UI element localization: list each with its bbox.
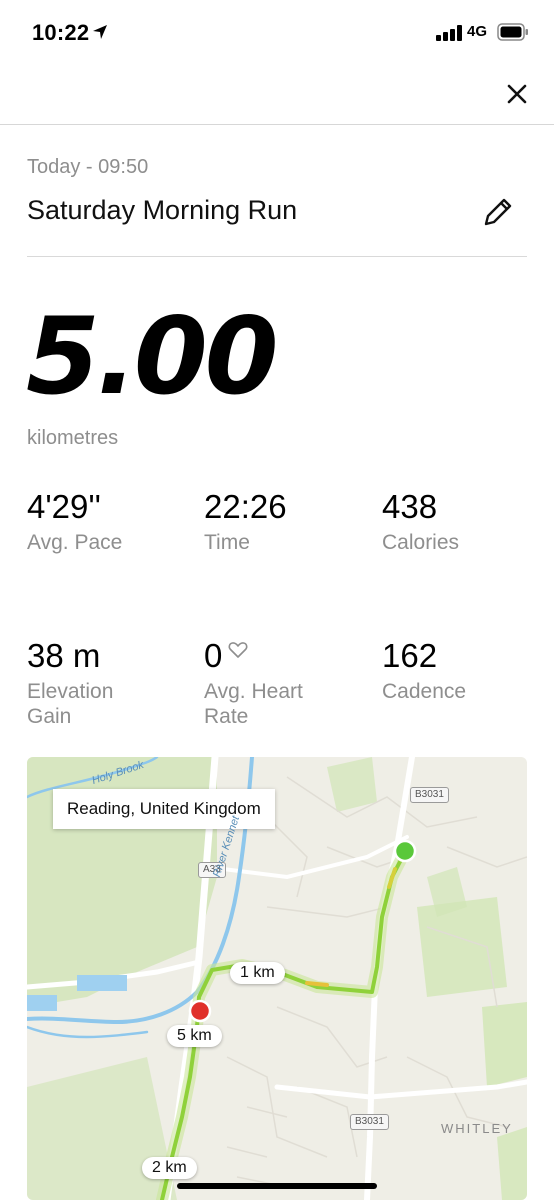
divider (27, 256, 527, 257)
network-type: 4G (467, 23, 488, 40)
edit-pencil-icon[interactable] (480, 194, 516, 230)
heart-icon (228, 642, 248, 658)
route-start-marker (393, 839, 417, 863)
stat-label: Avg. Pace (27, 531, 123, 554)
stat-label: Elevation Gain (27, 680, 114, 728)
stat-label: Avg. Heart Rate (204, 680, 303, 728)
activity-date: Today - 09:50 (27, 156, 149, 178)
location-callout[interactable]: Reading, United Kingdom (53, 789, 275, 829)
stat-value: 0 (204, 637, 223, 674)
cellular-signal-icon (436, 25, 462, 41)
stat-cadence: 162 Cadence (382, 637, 542, 704)
stat-value: 22:26 (204, 488, 287, 525)
stat-label: Time (204, 531, 250, 554)
km-marker: 2 km (142, 1157, 197, 1179)
close-icon[interactable] (500, 77, 534, 111)
stat-value-row: 0 (204, 637, 324, 675)
route-finish-marker (188, 999, 212, 1023)
stat-value: 38 m (27, 637, 101, 674)
battery-icon (497, 23, 528, 41)
km-marker: 1 km (230, 962, 285, 984)
activity-title: Saturday Morning Run (27, 195, 298, 225)
stat-label: Calories (382, 531, 460, 554)
stat-value: 162 (382, 637, 438, 674)
stat-value: 438 (382, 488, 438, 525)
area-label: WHITLEY (441, 1121, 513, 1136)
status-time: 10:22 (32, 20, 90, 45)
stat-avg-heart-rate: 0 Avg. Heart Rate (204, 637, 324, 729)
stat-label: Cadence (382, 680, 467, 703)
stat-time: 22:26 Time (204, 488, 364, 555)
road-label: B3031 (410, 787, 449, 803)
stat-avg-pace: 4'29'' Avg. Pace (27, 488, 187, 555)
km-marker: 5 km (167, 1025, 222, 1047)
location-arrow-icon (93, 25, 107, 39)
distance-unit: kilometres (27, 427, 119, 449)
status-bar: 10:22 4G (0, 0, 554, 66)
road-label: B3031 (350, 1114, 389, 1130)
home-indicator[interactable] (177, 1183, 377, 1189)
route-map[interactable]: Reading, United Kingdom B3031 A33 B3031 … (27, 757, 527, 1200)
stat-calories: 438 Calories (382, 488, 542, 555)
stat-elevation-gain: 38 m Elevation Gain (27, 637, 157, 729)
stat-value: 4'29'' (27, 488, 101, 525)
header-bar (0, 66, 554, 125)
distance-value: 5.00 (26, 295, 279, 418)
